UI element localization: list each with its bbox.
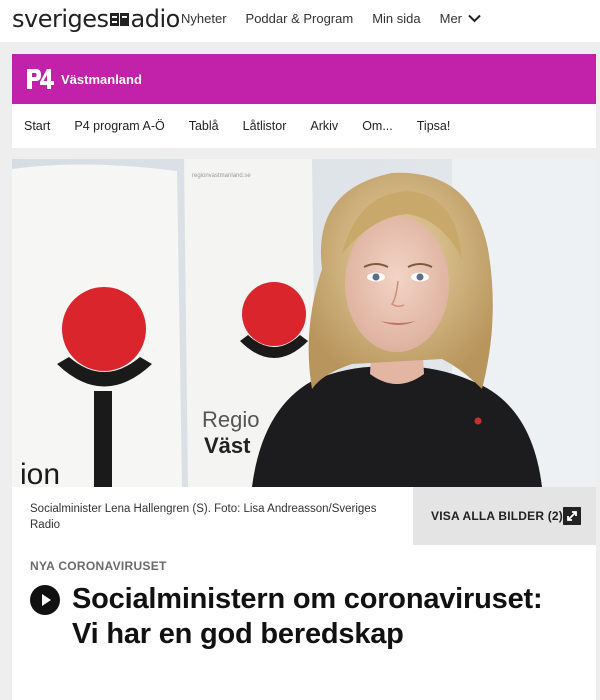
subnav-item-latlistor[interactable]: Låtlistor: [243, 119, 287, 133]
expand-icon: [563, 507, 581, 525]
subnav-item-tipsa[interactable]: Tipsa!: [417, 119, 451, 133]
nav-item-nyheter[interactable]: Nyheter: [181, 11, 227, 26]
p4-logo-icon: [27, 69, 54, 89]
banner-small-text: regionvastmanland.se: [192, 173, 251, 179]
subnav-item-arkiv[interactable]: Arkiv: [310, 119, 338, 133]
show-all-images-button[interactable]: VISA ALLA BILDER (2): [413, 487, 596, 545]
hero-photo: ion regionvastmanland.se Regio Väst: [12, 159, 596, 487]
article-headline: Socialministern om coronaviruset: Vi har…: [72, 583, 543, 650]
nav-item-poddar-program[interactable]: Poddar & Program: [246, 11, 354, 26]
banner-text-2: Väst: [204, 433, 251, 458]
top-header: sveriges adio Nyheter Poddar & Program M…: [0, 0, 600, 42]
play-icon: [42, 594, 51, 606]
article-hero-image[interactable]: ion regionvastmanland.se Regio Väst: [12, 159, 596, 487]
subnav-item-tabla[interactable]: Tablå: [189, 119, 219, 133]
article-category[interactable]: NYA CORONAVIRUSET: [30, 559, 167, 573]
nav-more-menu[interactable]: Mer: [440, 11, 481, 26]
main-navigation: Nyheter Poddar & Program Min sida Mer: [181, 11, 481, 26]
sveriges-radio-logo[interactable]: sveriges adio: [12, 5, 180, 33]
subnav-item-program[interactable]: P4 program A-Ö: [74, 119, 164, 133]
image-caption-row: Socialminister Lena Hallengren (S). Foto…: [12, 487, 596, 545]
show-all-images-label: VISA ALLA BILDER (2): [431, 509, 563, 523]
chevron-down-icon: [468, 14, 481, 23]
subnav-item-start[interactable]: Start: [24, 119, 50, 133]
nav-more-label: Mer: [439, 11, 463, 26]
play-audio-button[interactable]: [30, 585, 60, 615]
logo-text-right: adio: [130, 5, 181, 33]
image-caption: Socialminister Lena Hallengren (S). Foto…: [30, 503, 377, 531]
channel-name: Västmanland: [61, 71, 142, 87]
channel-banner[interactable]: Västmanland: [12, 54, 596, 104]
article-header: NYA CORONAVIRUSET Socialministern om cor…: [12, 545, 596, 700]
svg-text:ion: ion: [20, 458, 60, 487]
channel-subnav: Start P4 program A-Ö Tablå Låtlistor Ark…: [12, 104, 596, 148]
logo-text-left: sveriges: [12, 5, 109, 33]
sr-logo-mark-icon: [109, 13, 129, 26]
subnav-item-om[interactable]: Om...: [362, 119, 393, 133]
nav-item-min-sida[interactable]: Min sida: [372, 11, 420, 26]
banner-text-1: Regio: [202, 407, 259, 432]
